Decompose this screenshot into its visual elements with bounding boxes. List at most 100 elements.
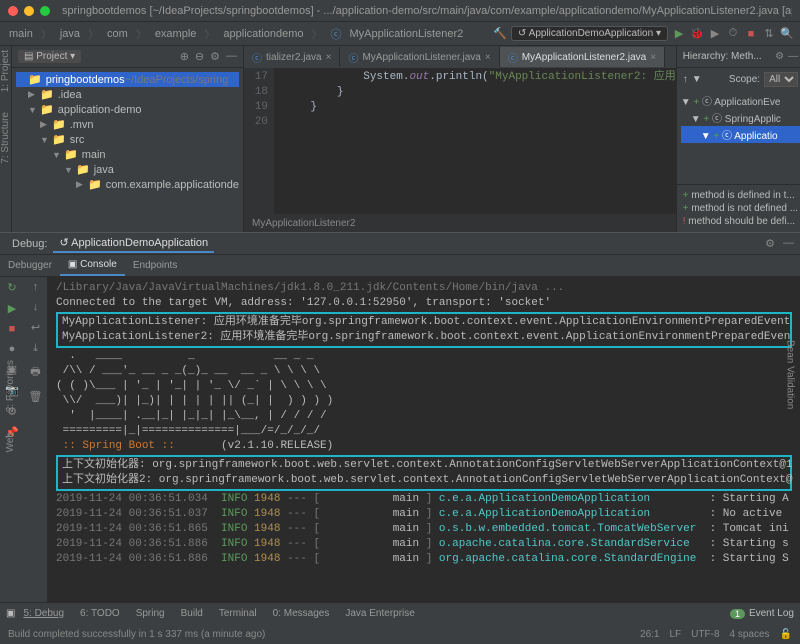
event-log-button[interactable]: Event Log bbox=[749, 608, 794, 619]
down-icon[interactable]: ↓ bbox=[33, 301, 39, 313]
left-tool-tabs: 1: Project 7: Structure bbox=[0, 46, 12, 232]
legend-row: ! method should be defi... bbox=[683, 215, 798, 228]
debug-run-tab[interactable]: ↺ ApplicationDemoApplication bbox=[53, 234, 214, 253]
editor-tab[interactable]: ⓒMyApplicationListener2.java× bbox=[500, 47, 665, 67]
close-icon[interactable] bbox=[8, 6, 18, 16]
tab-todo[interactable]: 6: TODO bbox=[72, 608, 128, 619]
debug-subtab[interactable]: Endpoints bbox=[125, 255, 185, 276]
tab-project[interactable]: 1: Project bbox=[0, 50, 11, 92]
filter-icon[interactable]: ▼ bbox=[692, 74, 702, 85]
line-separator[interactable]: LF bbox=[670, 629, 682, 640]
gear-icon[interactable]: ⚙ bbox=[775, 51, 784, 62]
rerun-icon[interactable]: ↻ bbox=[7, 281, 16, 294]
collapse-icon[interactable]: ⊕ bbox=[180, 50, 189, 63]
breadcrumb[interactable]: main〉 java〉 com〉 example〉 applicationdem… bbox=[6, 26, 466, 42]
file-encoding[interactable]: UTF-8 bbox=[691, 629, 719, 640]
up-icon[interactable]: ↑ bbox=[33, 281, 39, 293]
tree-row[interactable]: ▶📁com.example.applicationde bbox=[16, 177, 239, 192]
status-bar: Build completed successfully in 1 s 337 … bbox=[0, 624, 800, 644]
tree-row[interactable]: ▶📁.idea bbox=[16, 87, 239, 102]
breakpoints-icon[interactable]: ● bbox=[9, 343, 16, 355]
toggle-icon[interactable]: ▣ bbox=[6, 608, 15, 619]
console-line: \\/ ___)| |_)| | | | | || (_| | ) ) ) ) bbox=[56, 394, 792, 409]
console-line: :: Spring Boot :: (v2.1.10.RELEASE) bbox=[56, 439, 792, 454]
console-toolbar: ↑ ↓ ↩ ⤓ 🖶 🗑 bbox=[24, 277, 48, 602]
indent-setting[interactable]: 4 spaces bbox=[730, 629, 770, 640]
wrap-icon[interactable]: ↩ bbox=[31, 321, 40, 334]
hide-icon[interactable]: — bbox=[226, 50, 237, 63]
print-icon[interactable]: 🖶 bbox=[30, 363, 40, 382]
editor-breadcrumb[interactable]: MyApplicationListener2 bbox=[244, 214, 676, 232]
gear-icon[interactable]: ⚙ bbox=[765, 237, 775, 250]
console-line: =========|_|==============|___/=/_/_/_/ bbox=[56, 424, 792, 439]
debug-subtab[interactable]: ▣ Console bbox=[60, 255, 125, 276]
console-output[interactable]: /Library/Java/JavaVirtualMachines/jdk1.8… bbox=[48, 277, 800, 602]
code-editor[interactable]: System.out.println("MyApplicationListene… bbox=[274, 68, 676, 214]
tab-favorites[interactable]: 2: Favorites bbox=[5, 360, 16, 412]
zoom-icon[interactable] bbox=[40, 6, 50, 16]
scroll-icon[interactable]: ⤓ bbox=[33, 342, 38, 355]
tab-java-enterprise[interactable]: Java Enterprise bbox=[337, 608, 422, 619]
editor-tab[interactable]: ⓒMyApplicationListener.java× bbox=[340, 47, 499, 67]
coverage-icon[interactable]: ▶ bbox=[708, 27, 722, 41]
clear-icon[interactable]: 🗑 bbox=[29, 390, 43, 403]
tab-spring[interactable]: Spring bbox=[128, 608, 173, 619]
gear-icon[interactable]: ⚙ bbox=[210, 50, 220, 63]
project-view-selector[interactable]: ▤ Project ▾ bbox=[18, 50, 81, 63]
editor-tab[interactable]: ⓒtializer2.java× bbox=[244, 47, 340, 67]
stop-icon[interactable]: ■ bbox=[9, 323, 16, 335]
build-icon[interactable]: 🔨 bbox=[493, 27, 507, 41]
stop-icon[interactable]: ■ bbox=[744, 27, 758, 41]
hide-icon[interactable]: — bbox=[788, 51, 798, 62]
hierarchy-row[interactable]: ▼ + ⓒ SpringApplic bbox=[681, 109, 800, 126]
tab-debug[interactable]: 5: Debug bbox=[15, 608, 72, 619]
tree-row[interactable]: 📁pringbootdemos ~/IdeaProjects/spring bbox=[16, 72, 239, 87]
target-icon[interactable]: ⊖ bbox=[195, 50, 204, 63]
tab-bean-validation[interactable]: Bean Validation bbox=[785, 340, 796, 409]
editor-tabs: ⓒtializer2.java×ⓒMyApplicationListener.j… bbox=[244, 46, 676, 68]
search-icon[interactable]: 🔍 bbox=[780, 27, 794, 41]
up-icon[interactable]: ↑ bbox=[683, 74, 688, 85]
console-line: . ____ _ __ _ _ bbox=[56, 349, 792, 364]
run-config-selector[interactable]: ↺ ApplicationDemoApplication ▾ bbox=[511, 26, 668, 41]
window-controls bbox=[8, 6, 50, 16]
event-count-badge[interactable]: 1 bbox=[730, 609, 745, 619]
tab-web[interactable]: Web bbox=[5, 432, 16, 452]
vcs-icon[interactable]: ⇅ bbox=[762, 27, 776, 41]
tab-structure[interactable]: 7: Structure bbox=[0, 112, 11, 164]
console-line: 2019-11-24 00:36:51.886 INFO 1948 --- [ … bbox=[56, 552, 792, 567]
minimize-icon[interactable] bbox=[24, 6, 34, 16]
console-line: 2019-11-24 00:36:51.037 INFO 1948 --- [ … bbox=[56, 507, 792, 522]
tab-terminal[interactable]: Terminal bbox=[211, 608, 265, 619]
console-line: MyApplicationListener: 应用环境准备完毕org.sprin… bbox=[56, 312, 792, 348]
main-area: 1: Project 7: Structure ▤ Project ▾ ⊕ ⊖ … bbox=[0, 46, 800, 232]
debug-subtab[interactable]: Debugger bbox=[0, 255, 60, 276]
bottom-tool-tabs: ▣ 5: Debug 6: TODO Spring Build Terminal… bbox=[0, 602, 800, 624]
lock-icon[interactable]: 🔓 bbox=[780, 629, 792, 640]
project-tree[interactable]: 📁pringbootdemos ~/IdeaProjects/spring▶📁.… bbox=[12, 68, 243, 196]
editor-area: ⓒtializer2.java×ⓒMyApplicationListener.j… bbox=[244, 46, 676, 232]
scope-selector[interactable]: All bbox=[764, 72, 798, 87]
console-line: 2019-11-24 00:36:51.034 INFO 1948 --- [ … bbox=[56, 492, 792, 507]
debug-icon[interactable]: 🐞 bbox=[690, 27, 704, 41]
run-icon[interactable]: ▶ bbox=[672, 27, 686, 41]
project-header: ▤ Project ▾ ⊕ ⊖ ⚙ — bbox=[12, 46, 243, 68]
resume-icon[interactable]: ▶ bbox=[8, 302, 16, 315]
tree-row[interactable]: ▶📁.mvn bbox=[16, 117, 239, 132]
hierarchy-row[interactable]: ▼ + ⓒ ApplicationEve bbox=[681, 92, 800, 109]
hide-icon[interactable]: — bbox=[783, 237, 794, 250]
tree-row[interactable]: ▼📁java bbox=[16, 162, 239, 177]
caret-position[interactable]: 26:1 bbox=[640, 629, 659, 640]
console-line: ' |____| .__|_| |_|_| |_\__, | / / / / bbox=[56, 409, 792, 424]
console-line: 上下文初始化器: org.springframework.boot.web.se… bbox=[56, 455, 792, 491]
tab-messages[interactable]: 0: Messages bbox=[265, 608, 338, 619]
hierarchy-tree[interactable]: ▼ + ⓒ ApplicationEve▼ + ⓒ SpringApplic▼ … bbox=[677, 90, 800, 145]
hierarchy-row[interactable]: ▼ + ⓒ Applicatio bbox=[681, 126, 800, 143]
tree-row[interactable]: ▼📁main bbox=[16, 147, 239, 162]
profile-icon[interactable]: ⏱ bbox=[726, 27, 740, 41]
console-line: /Library/Java/JavaVirtualMachines/jdk1.8… bbox=[56, 281, 792, 296]
title-bar: springbootdemos [~/IdeaProjects/springbo… bbox=[0, 0, 800, 22]
tree-row[interactable]: ▼📁application-demo bbox=[16, 102, 239, 117]
tab-build[interactable]: Build bbox=[173, 608, 211, 619]
tree-row[interactable]: ▼📁src bbox=[16, 132, 239, 147]
